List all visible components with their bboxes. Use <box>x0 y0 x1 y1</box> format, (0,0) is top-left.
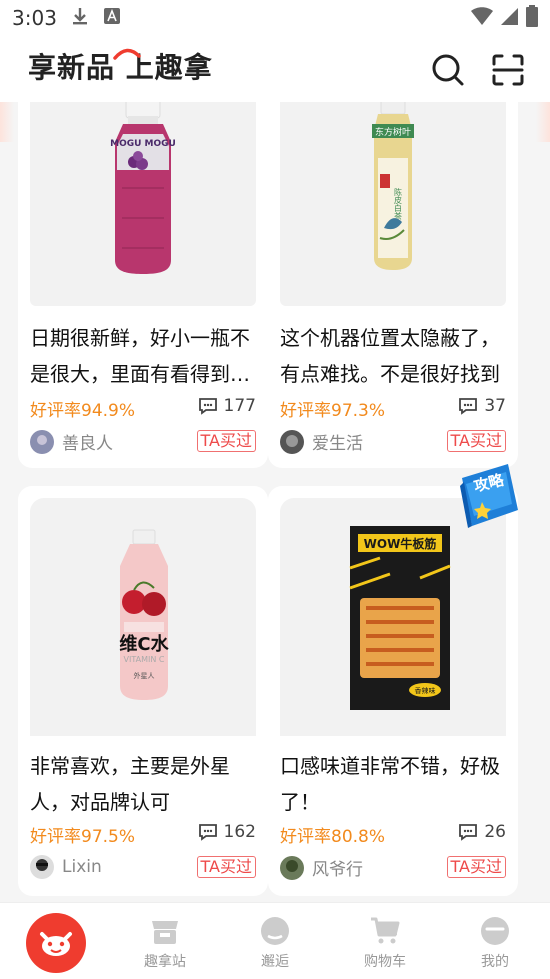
status-time: 3:03 <box>12 6 57 30</box>
bottom-tab-bar: 趣拿站 邂逅 购物车 我的 <box>0 902 550 979</box>
wifi-icon <box>470 6 494 30</box>
tab-label: 购物车 <box>364 954 406 970</box>
card-user[interactable]: 爱生活 <box>280 429 363 454</box>
comment-count-value: 177 <box>223 396 256 416</box>
product-card[interactable]: 东方树叶 陈皮白茶 这个机器位置太隐蔽了，有点难找。不是很好找到 好评率97.3… <box>268 102 518 468</box>
product-maker: 外星人 <box>134 671 155 680</box>
product-card[interactable]: MOGU MOGU 日期很新鲜，好小一瓶不是很大，里面有看得到的椰果 好评率94… <box>18 102 268 468</box>
tab-profile[interactable]: 我的 <box>440 903 550 979</box>
username: 爱生活 <box>312 434 363 454</box>
home-mascot-icon <box>40 932 72 956</box>
avatar <box>30 429 54 454</box>
avatar <box>280 855 304 880</box>
card-title: 口感味道非常不错，好极了！ <box>280 754 500 814</box>
username: 善良人 <box>62 434 113 454</box>
tab-cart[interactable]: 购物车 <box>330 903 440 979</box>
ta-bought-badge: TA买过 <box>196 856 256 878</box>
feed-edge-left <box>0 102 14 142</box>
scan-button[interactable] <box>490 52 526 88</box>
product-brand: WOW牛板筋 <box>364 536 437 551</box>
comment-icon <box>198 398 217 415</box>
comment-count[interactable]: 37 <box>458 396 506 416</box>
tab-label: 邂逅 <box>261 954 289 970</box>
scan-icon <box>492 54 524 86</box>
comment-count-value: 162 <box>223 822 256 842</box>
encounter-icon <box>261 917 289 945</box>
ta-bought-badge: TA买过 <box>446 430 506 452</box>
guide-badge-button[interactable]: 攻略 <box>452 458 522 534</box>
app-header: 享新品 上趣拿 <box>0 36 550 102</box>
comment-icon <box>459 824 478 841</box>
comment-icon <box>459 398 478 415</box>
card-user[interactable]: Lixin <box>30 855 102 879</box>
app-logo: 享新品 上趣拿 <box>28 46 213 86</box>
tab-label: 趣拿站 <box>144 954 186 970</box>
battery-icon <box>526 5 538 31</box>
card-title: 这个机器位置太隐蔽了，有点难找。不是很好找到 <box>280 326 500 386</box>
product-brand: 维C水 <box>119 633 169 655</box>
cart-icon <box>371 917 400 944</box>
comment-count[interactable]: 177 <box>198 396 256 416</box>
search-icon <box>432 54 464 86</box>
ta-bought-badge: TA买过 <box>446 856 506 878</box>
avatar <box>30 855 54 879</box>
signal-icon <box>500 6 520 30</box>
comment-icon <box>198 824 217 841</box>
product-sub: 陈皮白茶 <box>394 187 403 220</box>
rating-text: 好评率94.9% <box>30 401 136 421</box>
store-icon <box>152 921 178 944</box>
status-bar: 3:03 <box>0 0 550 36</box>
ta-bought-badge: TA买过 <box>196 430 256 452</box>
product-brand: MOGU MOGU <box>110 139 176 149</box>
product-card[interactable]: 维C水 VITAMIN C 外星人 非常喜欢，主要是外星人，对品牌认可 好评率9… <box>18 486 268 896</box>
profile-icon <box>481 917 509 945</box>
rating-text: 好评率80.8% <box>280 827 386 847</box>
rating-text: 好评率97.5% <box>30 827 136 847</box>
username: 风爷行 <box>312 860 363 880</box>
product-tag: 香辣味 <box>415 686 436 695</box>
comment-count[interactable]: 162 <box>198 822 256 842</box>
app-notification-icon <box>103 7 121 29</box>
tab-label: 我的 <box>481 954 509 970</box>
rating-text: 好评率97.3% <box>280 401 386 421</box>
card-user[interactable]: 善良人 <box>30 429 113 454</box>
comment-count-value: 26 <box>484 822 506 842</box>
username: Lixin <box>62 857 102 877</box>
comment-count[interactable]: 26 <box>458 822 506 842</box>
avatar <box>280 429 304 454</box>
product-card[interactable]: WOW牛板筋 香辣味 口感味道非常不错，好极了！ 好评率80.8% 26 风爷行… <box>268 486 518 896</box>
feed-edge-right <box>536 102 550 142</box>
search-button[interactable] <box>430 52 466 88</box>
guide-book-icon: 攻略 <box>460 464 518 528</box>
product-image: MOGU MOGU <box>30 102 256 306</box>
card-title: 日期很新鲜，好小一瓶不是很大，里面有看得到的椰果 <box>30 326 250 386</box>
product-sub: VITAMIN C <box>124 655 165 664</box>
product-image: 维C水 VITAMIN C 外星人 <box>30 498 256 736</box>
tab-encounter[interactable]: 邂逅 <box>220 903 330 979</box>
logo-arc-icon <box>113 48 141 60</box>
tab-home[interactable] <box>26 913 86 973</box>
comment-count-value: 37 <box>484 396 506 416</box>
tab-quna-station[interactable]: 趣拿站 <box>110 903 220 979</box>
card-title: 非常喜欢，主要是外星人，对品牌认可 <box>30 754 230 814</box>
card-user[interactable]: 风爷行 <box>280 855 363 880</box>
product-image: 东方树叶 陈皮白茶 <box>280 102 506 306</box>
download-icon <box>71 6 89 30</box>
product-brand: 东方树叶 <box>375 126 411 138</box>
